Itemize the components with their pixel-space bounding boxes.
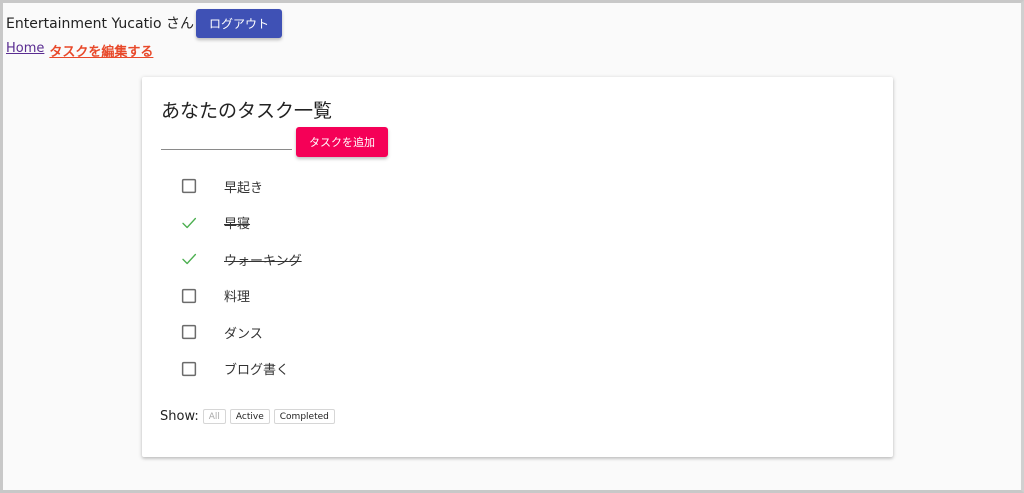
page-title: あなたのタスク一覧 xyxy=(161,100,333,122)
add-task-button[interactable]: タスクを追加 xyxy=(296,127,388,157)
checkmark-icon[interactable] xyxy=(176,246,202,272)
app-window: Entertainment Yucatio さん ログアウト Home タスクを… xyxy=(0,0,1024,493)
filter-all-button[interactable]: All xyxy=(202,409,226,424)
breadcrumb-edit-tasks-link[interactable]: タスクを編集する xyxy=(49,41,153,60)
checkbox-empty-icon[interactable] xyxy=(176,173,202,199)
todo-label: ウォーキング xyxy=(224,253,302,269)
username-greeting: Entertainment Yucatio さん xyxy=(6,16,194,32)
filter-bar: Show: All Active Completed xyxy=(160,409,339,424)
todo-label: ブログ書く xyxy=(224,363,290,379)
todo-item[interactable]: ダンス xyxy=(176,314,302,351)
top-bar: Entertainment Yucatio さん ログアウト xyxy=(6,8,282,38)
todo-item[interactable]: 料理 xyxy=(176,278,302,315)
show-label: Show: xyxy=(160,409,199,424)
todo-item[interactable]: 早寝 xyxy=(176,205,302,242)
logout-button[interactable]: ログアウト xyxy=(195,8,282,38)
breadcrumb-home-link[interactable]: Home xyxy=(6,41,44,60)
checkbox-empty-icon[interactable] xyxy=(176,319,202,345)
task-card: あなたのタスク一覧 タスクを追加 早起き早寝ウォーキング 料理ダンスブログ書く S… xyxy=(142,77,893,457)
checkbox-empty-icon[interactable] xyxy=(176,283,202,309)
checkbox-empty-icon[interactable] xyxy=(176,356,202,382)
todo-item[interactable]: ウォーキング xyxy=(176,241,302,278)
filter-completed-button[interactable]: Completed xyxy=(273,409,335,424)
new-task-input[interactable] xyxy=(161,126,292,150)
todo-label: ダンス xyxy=(224,326,263,342)
breadcrumb: Home タスクを編集する xyxy=(6,41,153,60)
filter-active-button[interactable]: Active xyxy=(229,409,270,424)
todo-list: 早起き早寝ウォーキング 料理ダンスブログ書く xyxy=(176,168,302,387)
checkmark-icon[interactable] xyxy=(176,210,202,236)
todo-item[interactable]: 早起き xyxy=(176,168,302,205)
todo-label: 料理 xyxy=(224,290,251,306)
todo-item[interactable]: ブログ書く xyxy=(176,351,302,388)
todo-label: 早寝 xyxy=(224,217,251,233)
todo-label: 早起き xyxy=(224,180,264,196)
